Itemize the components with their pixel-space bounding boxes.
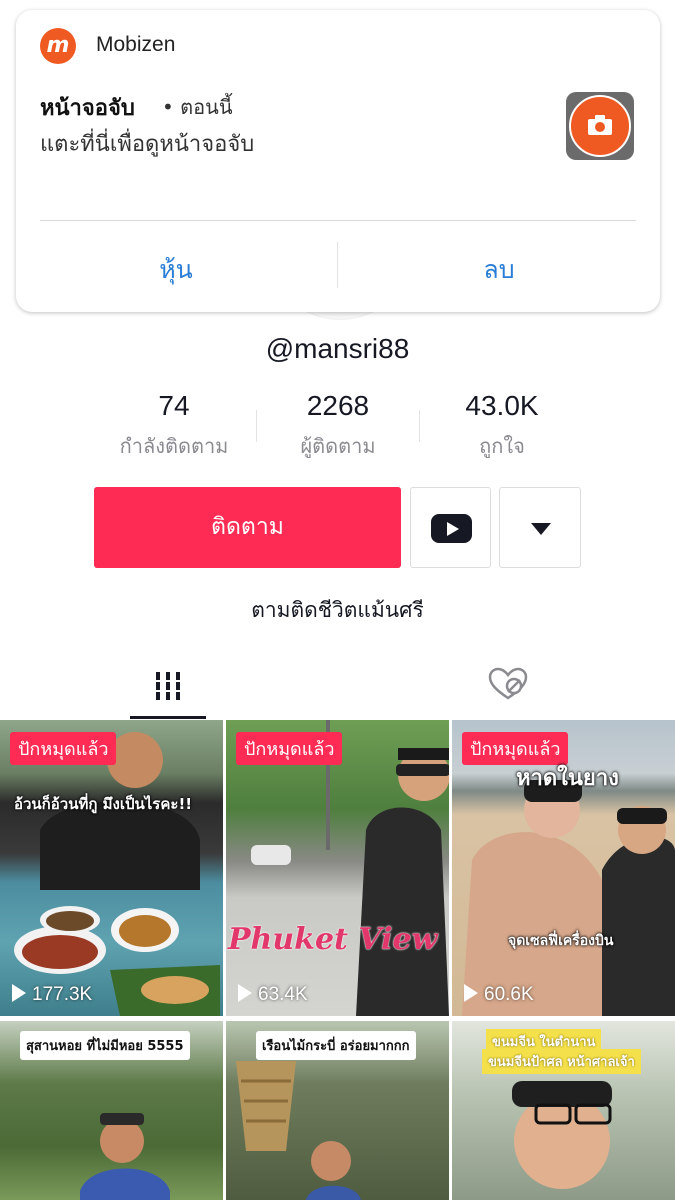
- video-thumbnail[interactable]: ขนมจีน ในตำนาน ขนมจีนป้าศล หน้าศาลเจ้า: [452, 1021, 675, 1200]
- video-caption: อ้วนก็อ้วนที่กู มึงเป็นไรคะ!!: [14, 795, 193, 813]
- view-count: 60.6K: [464, 984, 534, 1006]
- video-grid: ปักหมุดแล้ว อ้วนก็อ้วนที่กู มึงเป็นไรคะ!…: [0, 720, 675, 1200]
- play-icon: [238, 984, 252, 1002]
- stat-followers-label: ผู้ติดตาม: [300, 434, 376, 458]
- video-thumbnail[interactable]: ปักหมุดแล้ว Phuket View 63.4K: [226, 720, 449, 1016]
- tab-videos-grid-icon[interactable]: [130, 660, 206, 720]
- active-tab-indicator: [130, 716, 206, 719]
- stat-following-label: กำลังติดตาม: [119, 434, 229, 458]
- pinned-badge: ปักหมุดแล้ว: [236, 732, 343, 765]
- pinned-badge: ปักหมุดแล้ว: [10, 732, 117, 765]
- youtube-icon: [431, 514, 472, 543]
- stat-likes-value: 43.0K: [465, 390, 539, 421]
- video-thumbnail[interactable]: ปักหมุดแล้ว หาดในยาง จุดเซลฟี่เครื่องบิน…: [452, 720, 675, 1016]
- video-subcaption: ขนมจีนป้าศล หน้าศาลเจ้า: [482, 1049, 641, 1074]
- notification-body[interactable]: แตะที่นี่เพื่อดูหน้าจอจับ: [40, 126, 254, 161]
- notification-time: • ตอนนี้: [162, 95, 233, 119]
- video-thumbnail[interactable]: ปักหมุดแล้ว อ้วนก็อ้วนที่กู มึงเป็นไรคะ!…: [0, 720, 223, 1016]
- stat-followers[interactable]: 2268 ผู้ติดตาม: [248, 390, 428, 462]
- stat-following[interactable]: 74 กำลังติดตาม: [84, 390, 264, 462]
- stat-following-value: 74: [158, 390, 190, 421]
- notification-action-separator: [337, 242, 338, 288]
- stat-likes-label: ถูกใจ: [479, 434, 525, 458]
- video-caption: หาดในยาง: [516, 766, 619, 791]
- video-caption: เรือนไม้กระบี่ อร่อยมากกก: [256, 1031, 416, 1060]
- notification-title: หน้าจอจับ: [40, 96, 135, 121]
- notification-app-name: Mobizen: [96, 33, 176, 56]
- notification-hide-button[interactable]: หุ้น: [96, 250, 256, 290]
- stat-likes[interactable]: 43.0K ถูกใจ: [412, 390, 592, 462]
- play-icon: [464, 984, 478, 1002]
- video-subcaption: จุดเซลฟี่เครื่องบิน: [508, 933, 614, 949]
- youtube-link-button[interactable]: [410, 487, 491, 568]
- video-thumbnail[interactable]: สุสานหอย ที่ไม่มีหอย 5555: [0, 1021, 223, 1200]
- profile-handle: @mansri88: [265, 333, 410, 364]
- screenshot-notification[interactable]: m Mobizen หน้าจอจับ • ตอนนี้ แตะที่นี่เพ…: [16, 10, 660, 312]
- follow-button[interactable]: ติดตาม: [94, 487, 401, 568]
- camera-icon: [588, 115, 612, 135]
- notification-delete-button[interactable]: ลบ: [419, 250, 579, 290]
- mobizen-logo-icon: m: [40, 28, 76, 64]
- play-icon: [12, 984, 26, 1002]
- notification-divider: [40, 220, 636, 221]
- profile-bio: ตามติดชีวิตแม้นศรี: [251, 598, 424, 622]
- video-caption: สุสานหอย ที่ไม่มีหอย 5555: [20, 1031, 190, 1060]
- stat-followers-value: 2268: [306, 390, 370, 421]
- view-count: 177.3K: [12, 984, 92, 1006]
- video-caption: Phuket View: [228, 922, 438, 957]
- screenshot-thumbnail[interactable]: [566, 92, 634, 160]
- video-thumbnail[interactable]: เรือนไม้กระบี่ อร่อยมากกก: [226, 1021, 449, 1200]
- suggested-accounts-button[interactable]: [499, 487, 581, 568]
- chevron-down-icon: [531, 523, 551, 535]
- tab-liked-heart-icon[interactable]: [486, 666, 530, 702]
- view-count: 63.4K: [238, 984, 308, 1006]
